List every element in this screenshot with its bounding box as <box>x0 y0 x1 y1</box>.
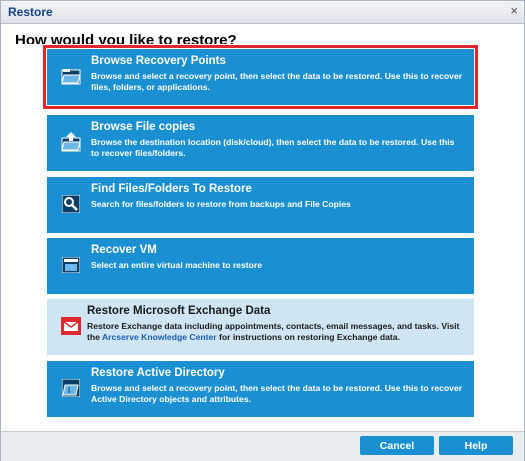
dialog-footer: Cancel Help <box>1 431 524 461</box>
search-icon <box>61 194 81 214</box>
active-directory-icon: i <box>61 378 81 398</box>
option-description: Restore Exchange data including appointm… <box>87 321 467 343</box>
option-restore-active-directory[interactable]: i Restore Active Directory Browse and se… <box>47 361 474 417</box>
option-heading: Browse Recovery Points <box>91 55 226 67</box>
dialog-title: Restore <box>8 5 53 19</box>
option-description-text: for instructions on restoring Exchange d… <box>216 332 400 342</box>
title-bar[interactable]: Restore × <box>1 1 524 24</box>
option-heading: Browse File copies <box>91 121 196 133</box>
option-browse-file-copies[interactable]: Browse File copies Browse the destinatio… <box>47 115 474 171</box>
option-description: Search for files/folders to restore from… <box>91 199 351 209</box>
cancel-button[interactable]: Cancel <box>360 436 434 455</box>
option-browse-recovery-points[interactable]: Browse Recovery Points Browse and select… <box>43 45 478 109</box>
help-button[interactable]: Help <box>439 436 513 455</box>
option-heading: Restore Microsoft Exchange Data <box>87 305 271 317</box>
options-panel: Browse Recovery Points Browse and select… <box>6 44 518 431</box>
option-description: Browse and select a recovery point, then… <box>91 383 463 404</box>
option-recover-vm[interactable]: Recover VM Select an entire virtual mach… <box>47 238 474 294</box>
option-heading: Find Files/Folders To Restore <box>91 183 252 195</box>
svg-text:i: i <box>68 386 70 395</box>
folder-upload-icon <box>61 132 81 152</box>
option-heading: Restore Active Directory <box>91 367 225 379</box>
option-description: Select an entire virtual machine to rest… <box>91 260 262 270</box>
vm-icon <box>61 255 81 275</box>
restore-dialog: Restore × How would you like to restore?… <box>0 0 525 461</box>
option-description: Browse the destination location (disk/cl… <box>91 137 455 158</box>
folder-open-icon <box>61 66 81 86</box>
option-find-files-folders[interactable]: Find Files/Folders To Restore Search for… <box>47 177 474 233</box>
exchange-mail-icon <box>61 316 81 336</box>
arcserve-knowledge-center-link[interactable]: Arcserve Knowledge Center <box>102 332 217 342</box>
option-description: Browse and select a recovery point, then… <box>91 71 463 92</box>
option-restore-exchange[interactable]: Restore Microsoft Exchange Data Restore … <box>47 299 474 355</box>
close-icon[interactable]: × <box>510 3 518 18</box>
option-heading: Recover VM <box>91 244 157 256</box>
